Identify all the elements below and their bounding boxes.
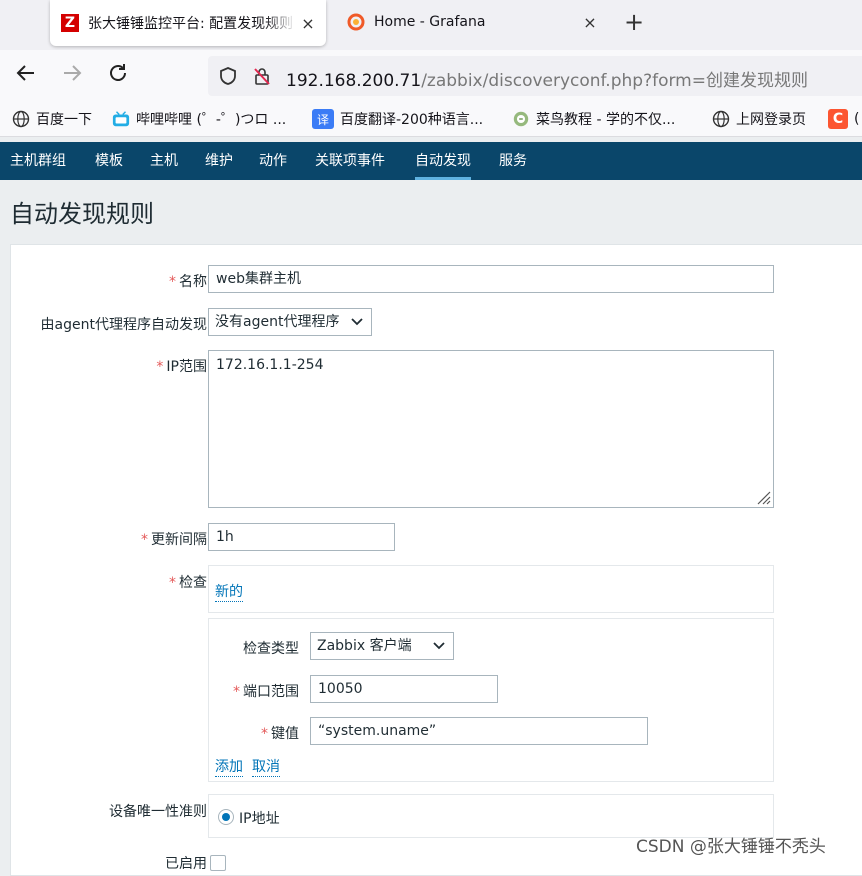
check-type-value: Zabbix 客户端 [317, 638, 412, 654]
ip-address-radio-label: IP地址 [239, 811, 280, 827]
required-marker: * [233, 684, 240, 700]
bookmark-login-page[interactable]: 上网登录页 [712, 108, 806, 130]
menu-item-hosts[interactable]: 主机 [150, 142, 178, 180]
port-range-label: * 端口范围 [233, 684, 299, 700]
name-label: * 名称 [169, 274, 207, 290]
translate-icon: 译 [312, 109, 334, 129]
forward-arrow-icon[interactable] [58, 62, 86, 90]
tab-zabbix[interactable]: Z 张大锤锤监控平台: 配置发现规则 × [50, 0, 326, 46]
page-title: 自动发现规则 [10, 200, 154, 228]
menu-item-maintenance[interactable]: 维护 [205, 142, 233, 180]
tab-title: Home - Grafana [374, 14, 486, 30]
proxy-select[interactable]: 没有agent代理程序 [208, 308, 372, 336]
bookmark-runoob[interactable]: 菜鸟教程 - 学的不仅... [512, 108, 675, 130]
globe-icon [12, 110, 30, 128]
bookmarks-bar: 百度一下 哔哩哔哩 (゜-゜)つロ ... 译 百度翻译-200种语言... 菜… [0, 102, 862, 137]
address-bar[interactable]: 192.168.200.71/zabbix/discoveryconf.php?… [208, 56, 862, 96]
bookmark-csdn[interactable]: C ( [828, 108, 859, 130]
browser-tab-bar: Z 张大锤锤监控平台: 配置发现规则 × Home - Grafana × + [0, 0, 862, 50]
discovery-rule-form: * 名称 web集群主机 由agent代理程序自动发现 没有agent代理程序 *… [10, 244, 862, 876]
menu-item-discovery[interactable]: 自动发现 [415, 142, 471, 180]
interval-label: * 更新间隔 [141, 532, 207, 548]
checks-list-panel: 新的 [208, 565, 774, 613]
required-marker: * [156, 359, 164, 375]
check-edit-panel: 检查类型 Zabbix 客户端 * 端口范围 10050 * 键值 “system.… [208, 618, 774, 782]
bookmark-baidu[interactable]: 百度一下 [12, 108, 92, 130]
chevron-down-icon [351, 318, 363, 326]
new-check-link[interactable]: 新的 [215, 581, 243, 602]
proxy-label: 由agent代理程序自动发现 [40, 317, 207, 333]
check-type-label: 检查类型 [243, 641, 299, 657]
key-label: * 键值 [261, 726, 299, 742]
add-check-link[interactable]: 添加 [215, 756, 243, 777]
enabled-label: 已启用 [165, 856, 207, 872]
bilibili-icon [112, 110, 130, 128]
csdn-icon: C [828, 109, 848, 129]
shield-icon[interactable] [218, 66, 238, 86]
checks-label: * 检查 [169, 575, 207, 591]
bookmark-bilibili[interactable]: 哔哩哔哩 (゜-゜)つロ ... [112, 108, 286, 130]
check-type-select[interactable]: Zabbix 客户端 [310, 632, 454, 660]
grafana-logo-icon [347, 13, 365, 31]
required-marker: * [141, 532, 148, 548]
ip-address-radio[interactable] [218, 809, 234, 825]
page-header: 自动发现规则 [0, 180, 862, 232]
url-text: 192.168.200.71/zabbix/discoveryconf.php?… [286, 71, 808, 91]
proxy-select-value: 没有agent代理程序 [215, 314, 340, 330]
chevron-down-icon [433, 642, 445, 650]
zabbix-logo-icon: Z [61, 14, 79, 32]
port-range-input[interactable]: 10050 [310, 675, 498, 703]
enabled-checkbox[interactable] [210, 855, 226, 871]
name-input[interactable]: web集群主机 [208, 265, 774, 293]
required-marker: * [169, 274, 176, 290]
close-icon[interactable]: × [578, 13, 602, 32]
globe-icon [712, 110, 730, 128]
menu-item-actions[interactable]: 动作 [259, 142, 287, 180]
tab-title: 张大锤锤监控平台: 配置发现规则 [88, 16, 294, 32]
tab-grafana[interactable]: Home - Grafana × [336, 0, 608, 44]
new-tab-button[interactable]: + [620, 8, 648, 36]
menu-item-event-correlation[interactable]: 关联项事件 [315, 142, 385, 180]
menu-item-services[interactable]: 服务 [499, 142, 527, 180]
interval-input[interactable]: 1h [208, 523, 395, 551]
insecure-lock-icon[interactable] [252, 66, 272, 86]
browser-nav-bar: 192.168.200.71/zabbix/discoveryconf.php?… [0, 50, 862, 102]
cancel-check-link[interactable]: 取消 [252, 756, 280, 777]
close-icon[interactable]: × [296, 14, 320, 33]
ip-range-textarea[interactable]: 172.16.1.1-254 [208, 350, 774, 508]
reload-icon[interactable] [104, 62, 132, 90]
zabbix-config-menu: 主机群组 模板 主机 维护 动作 关联项事件 自动发现 服务 [0, 142, 862, 180]
ip-range-label: * IP范围 [156, 359, 207, 375]
uniqueness-label: 设备唯一性准则 [109, 804, 207, 820]
csdn-watermark: CSDN @张大锤锤不秃头 [636, 837, 826, 857]
required-marker: * [169, 575, 176, 591]
key-input[interactable]: “system.uname” [310, 717, 648, 745]
ip-range-value: 172.16.1.1-254 [216, 357, 324, 373]
runoob-icon [512, 110, 530, 128]
resize-handle-icon[interactable] [755, 489, 771, 505]
menu-item-host-groups[interactable]: 主机群组 [10, 142, 66, 180]
bookmark-baidu-translate[interactable]: 译 百度翻译-200种语言... [312, 108, 483, 130]
back-arrow-icon[interactable] [12, 62, 40, 90]
menu-item-templates[interactable]: 模板 [95, 142, 123, 180]
required-marker: * [261, 726, 268, 742]
